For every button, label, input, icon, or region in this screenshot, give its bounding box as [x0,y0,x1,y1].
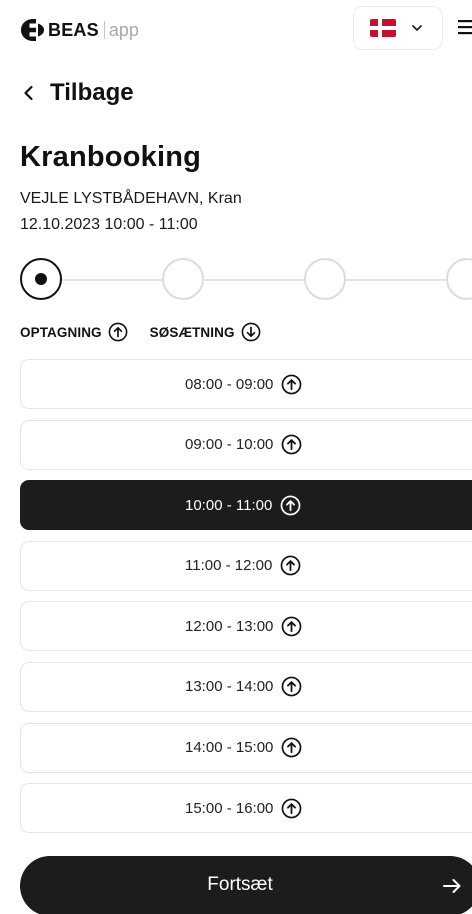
logo-divider [103,21,105,39]
arrow-down-circle-icon [241,322,260,342]
time-slot[interactable]: 13:00 - 14:00 [20,661,472,712]
stepper-connector [60,279,164,281]
arrow-up-circle-icon [282,737,302,758]
arrow-up-circle-icon [282,798,302,819]
arrow-up-circle-icon [280,555,301,576]
back-label: Tilbage [50,79,134,106]
continue-label: Fortsæt [207,874,273,895]
arrow-up-circle-icon [282,434,302,455]
time-slot-label: 09:00 - 10:00 [185,436,274,454]
chevron-left-icon [24,85,33,101]
time-slot[interactable]: 14:00 - 15:00 [20,722,472,773]
step-3 [304,258,346,300]
time-slot[interactable]: 15:00 - 16:00 [20,783,472,834]
tab-sosaetning[interactable]: SØSÆTNING [150,322,261,342]
page-title: Kranbooking [20,141,202,173]
arrow-up-circle-icon [282,677,302,697]
arrow-up-circle-icon [282,616,302,637]
time-slot-selected[interactable]: 10:00 - 11:00 [20,480,472,531]
time-slot-label: 11:00 - 12:00 [185,557,273,575]
denmark-flag-icon [370,19,396,37]
chevron-down-icon [412,25,422,31]
stepper-connector [346,279,448,281]
time-slot-list: 08:00 - 09:00 09:00 - 10:00 10:00 - 11:0… [20,359,472,844]
time-slot-label: 13:00 - 14:00 [185,678,274,696]
step-2 [162,258,204,300]
progress-stepper [20,258,472,302]
tab-optagning[interactable]: OPTAGNING [20,322,128,342]
arrow-up-circle-icon [282,374,302,394]
time-slot-label: 14:00 - 15:00 [185,739,274,757]
app-suffix: app [108,19,139,40]
time-slot-label: 12:00 - 13:00 [185,617,274,635]
brand-name: BEAS [48,19,99,40]
arrow-right-icon [443,879,461,893]
beas-logo[interactable]: BEAS app [20,17,139,43]
hamburger-menu-icon[interactable] [458,18,472,36]
step-1 [20,258,62,300]
time-slot-label: 10:00 - 11:00 [185,496,273,514]
time-slot[interactable]: 08:00 - 09:00 [20,359,472,409]
continue-button[interactable]: Fortsæt [20,856,472,914]
booking-location: VEJLE LYSTBÅDEHAVN, Kran [20,190,242,207]
arrow-up-circle-icon [280,495,301,516]
stepper-connector [204,279,306,281]
time-slot[interactable]: 11:00 - 12:00 [20,540,472,591]
booking-datetime: 12.10.2023 10:00 - 11:00 [20,216,198,233]
arrow-up-circle-icon [108,322,128,342]
step-active-dot [35,273,47,285]
time-slot[interactable]: 12:00 - 13:00 [20,601,472,652]
time-slot-label: 15:00 - 16:00 [185,799,274,817]
language-selector[interactable] [353,6,443,50]
time-slot[interactable]: 09:00 - 10:00 [20,419,472,470]
back-button[interactable]: Tilbage [20,76,134,110]
app-header: BEAS app [0,0,472,62]
tab-optagning-label: OPTAGNING [20,324,102,340]
step-4 [446,258,472,300]
time-slot-label: 08:00 - 09:00 [185,375,274,393]
beas-logo-icon [21,19,44,41]
direction-tabs: OPTAGNING SØSÆTNING [20,320,261,344]
tab-sosaetning-label: SØSÆTNING [149,324,235,340]
